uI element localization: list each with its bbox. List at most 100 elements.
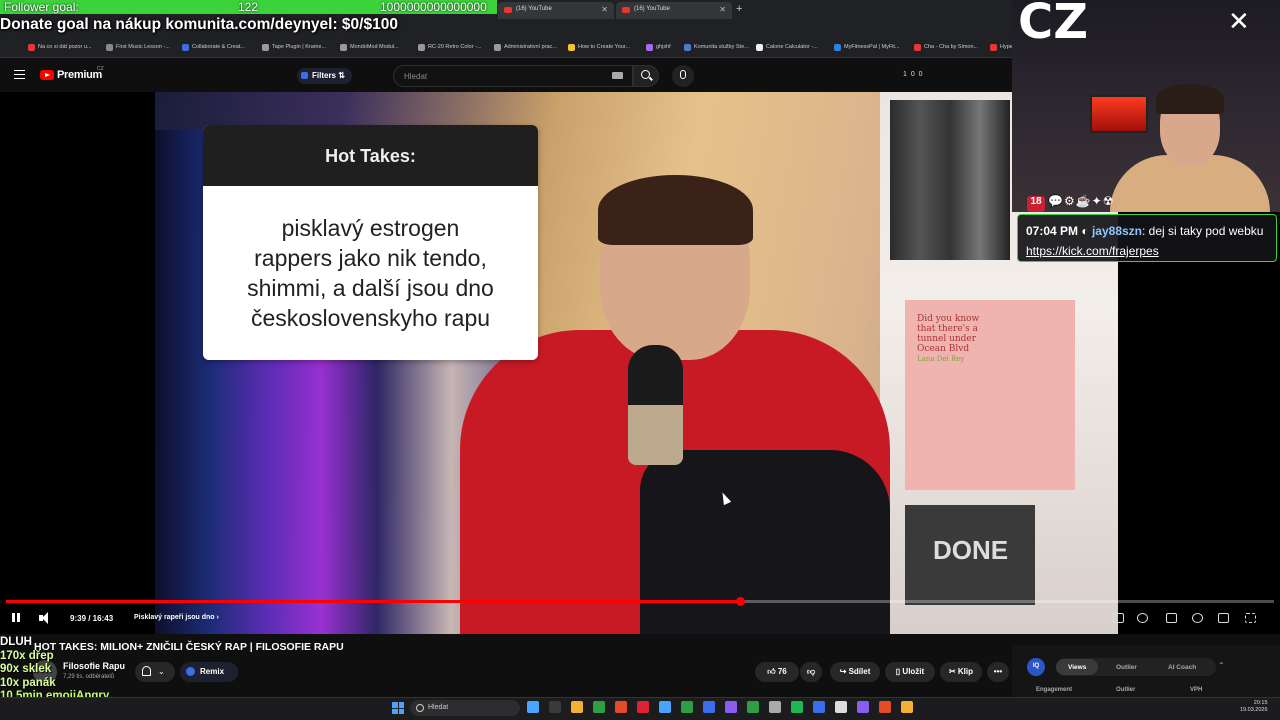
- card-line: pisklavý estrogen: [281, 215, 460, 241]
- card-line: rappers jako nik tendo,: [254, 245, 487, 271]
- keyboard-icon[interactable]: [612, 72, 623, 79]
- youtube-favicon-icon: [622, 7, 630, 13]
- taskbar-app-icon[interactable]: [615, 701, 627, 713]
- chat-age-badge: 18: [1027, 196, 1045, 212]
- youtube-brand[interactable]: Premium: [57, 69, 102, 81]
- subtitles-icon[interactable]: [1166, 613, 1177, 623]
- search-input[interactable]: Hledat: [393, 65, 633, 87]
- bookmark-item[interactable]: Hype: [990, 44, 1013, 51]
- close-tab-icon[interactable]: ✕: [719, 5, 726, 14]
- iq-icon[interactable]: [1113, 613, 1124, 623]
- follower-goal-current: 122: [238, 0, 259, 14]
- bookmark-item[interactable]: Na co si dát pozor u...: [28, 44, 92, 51]
- bookmark-item[interactable]: How to Create Your...: [568, 44, 630, 51]
- hoodie-flames: [640, 450, 890, 634]
- hamburger-menu-icon[interactable]: [14, 70, 25, 79]
- dislike-button[interactable]: 👎︎: [800, 662, 822, 682]
- youtube-favicon-icon: [504, 7, 512, 13]
- webcam-caption: CZ: [1018, 0, 1089, 50]
- filters-button[interactable]: Filters ⇅: [297, 68, 352, 84]
- share-button[interactable]: ↪ Sdílet: [830, 662, 880, 682]
- pause-icon[interactable]: [12, 611, 22, 625]
- iq-logo: IQ: [1027, 658, 1045, 676]
- new-tab-icon[interactable]: +: [736, 3, 742, 15]
- bookmark-item[interactable]: RC-20 Retro Color -...: [418, 44, 482, 51]
- sliders-icon: ⇅: [338, 71, 345, 80]
- taskbar-app-icon[interactable]: [703, 701, 715, 713]
- bookmark-item[interactable]: Collaborate & Creat...: [182, 44, 245, 51]
- hot-takes-card: Hot Takes: pisklavý estrogen rappers jak…: [203, 125, 538, 360]
- like-button[interactable]: 👍︎ 76: [755, 662, 799, 682]
- chapter-label: Pisklavý rapeři jsou dno: [134, 614, 215, 621]
- taskbar-app-icon[interactable]: [835, 701, 847, 713]
- webcam-logo-icon: ✕: [1228, 6, 1250, 36]
- tab-ai-coach[interactable]: AI Coach: [1168, 664, 1196, 671]
- browser-tab[interactable]: (16) YouTube ✕: [498, 2, 614, 19]
- panel-label-vph: VPH: [1190, 687, 1203, 693]
- autoplay-icon[interactable]: [1137, 613, 1148, 623]
- taskbar-clock[interactable]: 20:15 19.03.2026: [1240, 700, 1268, 714]
- save-button[interactable]: ▯ Uložit: [885, 662, 935, 682]
- fireplace-screen: [1090, 95, 1148, 133]
- bookmark-icon: ▯: [895, 667, 901, 676]
- taskbar-app-icon[interactable]: [813, 701, 825, 713]
- bookmark-item[interactable]: Calorie Calculator -...: [756, 44, 818, 51]
- search-icon[interactable]: [641, 70, 650, 79]
- tab-outlier[interactable]: Outlier: [1116, 664, 1137, 671]
- taskbar-app-icon[interactable]: [791, 701, 803, 713]
- chat-text: : dej si taky pod webku: [1142, 224, 1264, 238]
- stream-debt-item: 10x panák: [0, 676, 56, 689]
- clock-time: 20:15: [1253, 700, 1268, 706]
- tab-views[interactable]: Views: [1068, 664, 1086, 671]
- clip-label: Klip: [957, 667, 974, 676]
- taskbar-app-icon[interactable]: [593, 701, 605, 713]
- taskbar-app-icon[interactable]: [527, 701, 539, 713]
- bookmark-item[interactable]: Cha - Cha by Simon...: [914, 44, 978, 51]
- clip-button[interactable]: ✂ Klip: [940, 662, 982, 682]
- stream-debt-item: 90x sklek: [0, 663, 52, 675]
- bookmark-item[interactable]: Tape Plugin | Krame...: [262, 44, 326, 51]
- stream-debt-item: 170x dřep: [0, 649, 54, 662]
- close-tab-icon[interactable]: ✕: [601, 5, 608, 14]
- more-actions-button[interactable]: •••: [987, 662, 1009, 682]
- chat-message: 07:04 PM ◐ jay88szn: dej si taky pod web…: [1017, 214, 1277, 262]
- bookmark-item[interactable]: Administrativní prac...: [494, 44, 557, 51]
- region-code: CZ: [97, 66, 104, 72]
- album-text-line: that there's a: [917, 324, 978, 334]
- taskbar-app-icon[interactable]: [857, 701, 869, 713]
- album-text-line: Ocean Blvd: [917, 344, 970, 354]
- taskbar-app-icon[interactable]: [879, 701, 891, 713]
- bookmark-item[interactable]: First Music Lesson -...: [106, 44, 170, 51]
- taskbar-app-icon[interactable]: [901, 701, 913, 713]
- thumbs-up-icon: 👍︎: [767, 667, 776, 676]
- chat-link[interactable]: https://kick.com/frajerpes: [1026, 244, 1159, 258]
- header-counters: 1 0 0: [903, 71, 924, 78]
- windows-start-icon[interactable]: [392, 702, 404, 714]
- taskbar-search-input[interactable]: Hledat: [410, 700, 520, 716]
- chevron-up-icon[interactable]: ⌃: [1218, 661, 1225, 670]
- hot-takes-body: pisklavý estrogen rappers jako nik tendo…: [203, 213, 538, 333]
- chapter-title[interactable]: Pisklavý rapeři jsou dno ›: [134, 614, 219, 621]
- bookmark-item[interactable]: ghjshf: [646, 44, 671, 51]
- follower-goal-target: 1000000000000000: [380, 0, 487, 14]
- bookmark-item[interactable]: MyFitnessPal | MyFit...: [834, 44, 900, 51]
- bookmark-item[interactable]: MondoMod Modul...: [340, 44, 399, 51]
- browser-tab[interactable]: (16) YouTube ✕: [616, 2, 732, 19]
- youtube-logo-icon[interactable]: [40, 70, 54, 80]
- theater-mode-icon[interactable]: [1218, 613, 1229, 623]
- taskbar-app-icon[interactable]: [637, 701, 649, 713]
- taskbar-app-icon[interactable]: [659, 701, 671, 713]
- volume-icon[interactable]: [39, 611, 53, 625]
- taskbar-app-icon[interactable]: [681, 701, 693, 713]
- taskbar-app-icon[interactable]: [769, 701, 781, 713]
- taskbar-app-icon[interactable]: [549, 701, 561, 713]
- microphone-icon[interactable]: [680, 70, 686, 79]
- taskbar-app-icon[interactable]: [725, 701, 737, 713]
- taskbar-app-icon[interactable]: [571, 701, 583, 713]
- taskbar-app-icon[interactable]: [747, 701, 759, 713]
- like-count: 76: [777, 667, 787, 676]
- bookmark-item[interactable]: Komunita služby Ste...: [684, 44, 749, 51]
- fullscreen-icon[interactable]: [1245, 613, 1256, 623]
- settings-gear-icon[interactable]: [1192, 613, 1203, 623]
- chat-username: jay88szn: [1091, 224, 1143, 238]
